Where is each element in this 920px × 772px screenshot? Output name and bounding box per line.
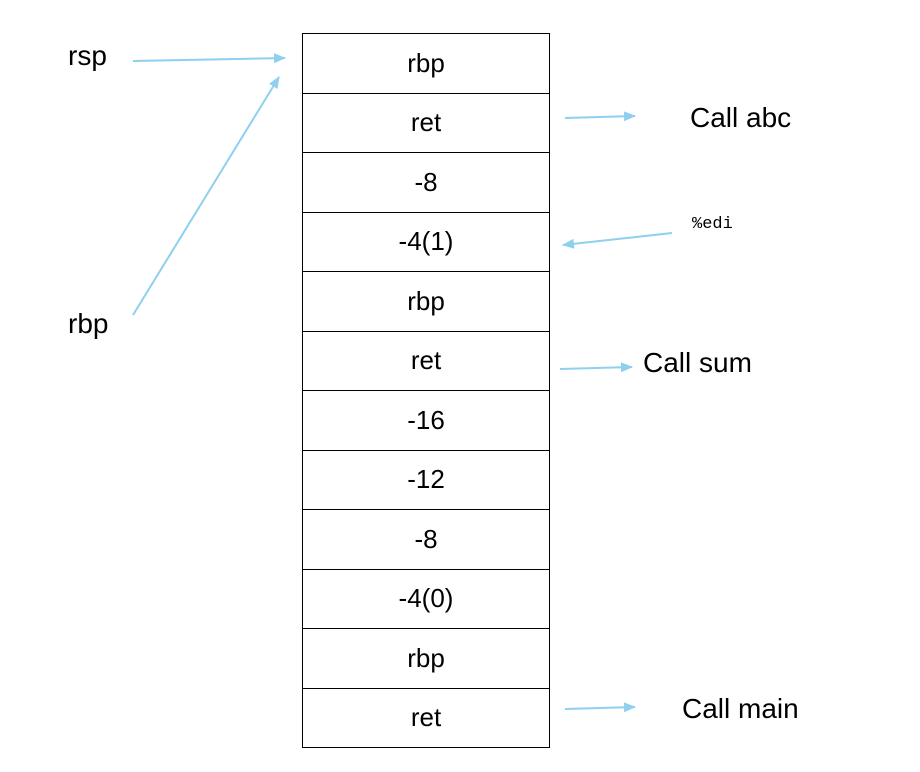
stack-cell: ret: [303, 332, 549, 391]
edi-label: %edi: [692, 215, 733, 234]
stack-frame-table: rbp ret -8 -4(1) rbp ret -16 -12 -8 -4(0…: [302, 33, 550, 748]
stack-cell: -12: [303, 451, 549, 510]
stack-cell: rbp: [303, 34, 549, 94]
call-main-label: Call main: [682, 693, 799, 724]
call-abc-arrow: [564, 111, 636, 122]
call-main-arrow: [564, 702, 636, 713]
call-sum-label: Call sum: [643, 347, 752, 378]
stack-cell: ret: [303, 94, 549, 153]
rsp-label: rsp: [68, 40, 107, 71]
rbp-label: rbp: [68, 308, 109, 339]
stack-cell: -4(1): [303, 213, 549, 272]
rbp-arrow: [132, 76, 280, 316]
call-sum-arrow: [559, 362, 633, 373]
edi-arrow: [562, 232, 673, 249]
rsp-arrow: [132, 53, 286, 64]
stack-cell: -16: [303, 391, 549, 451]
call-abc-label: Call abc: [690, 102, 792, 133]
stack-cell: -8: [303, 153, 549, 213]
stack-cell: -8: [303, 510, 549, 570]
stack-cell: rbp: [303, 629, 549, 689]
stack-cell: rbp: [303, 272, 549, 332]
stack-diagram: rbp ret -8 -4(1) rbp ret -16 -12 -8 -4(0…: [0, 0, 920, 772]
stack-cell: ret: [410, 702, 442, 733]
stack-cell: -4(0): [303, 570, 549, 629]
